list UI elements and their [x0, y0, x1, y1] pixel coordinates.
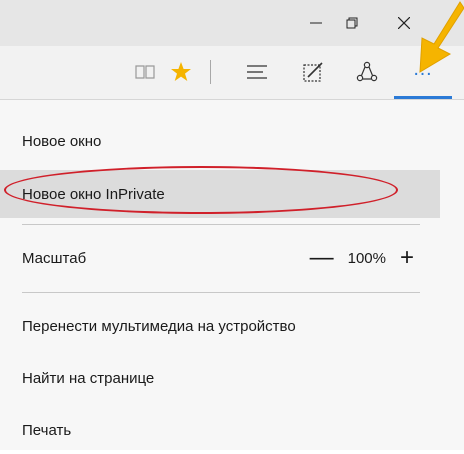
settings-menu: Новое окно Новое окно InPrivate Масштаб … [0, 100, 464, 450]
pointer-arrow-icon [419, 1, 464, 73]
restore-button[interactable] [332, 8, 372, 38]
zoom-label: Масштаб [22, 249, 87, 267]
menu-divider [22, 292, 420, 293]
web-note-button[interactable] [296, 55, 330, 89]
restore-icon [346, 17, 358, 29]
menu-item-print[interactable]: Печать [0, 406, 440, 454]
menu-item-new-inprivate-window[interactable]: Новое окно InPrivate [0, 170, 440, 218]
menu-item-label: Перенести мультимедиа на устройство [22, 317, 296, 335]
minimize-button[interactable] [296, 8, 336, 38]
title-bar [0, 0, 464, 46]
zoom-in-button[interactable]: + [400, 246, 414, 270]
toolbar-separator [210, 60, 211, 84]
hub-icon [247, 65, 267, 79]
share-icon [356, 61, 378, 82]
menu-divider [22, 224, 420, 225]
zoom-out-button[interactable]: — [310, 246, 334, 270]
menu-item-zoom: Масштаб — 100% + [0, 234, 440, 282]
zoom-value: 100% [347, 249, 386, 267]
menu-item-cast-media[interactable]: Перенести мультимедиа на устройство [0, 302, 440, 350]
menu-item-label: Новое окно [22, 132, 102, 150]
reading-view-icon [135, 65, 155, 79]
minimize-icon [310, 22, 322, 24]
menu-item-new-window[interactable]: Новое окно [0, 117, 440, 165]
reading-view-button[interactable] [128, 55, 162, 89]
hub-button[interactable] [240, 55, 274, 89]
share-button[interactable] [350, 55, 384, 89]
favorites-button[interactable] [164, 55, 198, 89]
favorites-star-icon [171, 62, 191, 81]
more-actions-active-indicator [394, 96, 452, 99]
menu-item-find-on-page[interactable]: Найти на странице [0, 354, 440, 402]
web-note-icon [303, 62, 323, 82]
menu-item-label: Найти на странице [22, 369, 155, 387]
browser-toolbar: … [0, 46, 464, 100]
menu-item-label: Новое окно InPrivate [22, 185, 165, 203]
menu-item-label: Печать [22, 421, 72, 439]
